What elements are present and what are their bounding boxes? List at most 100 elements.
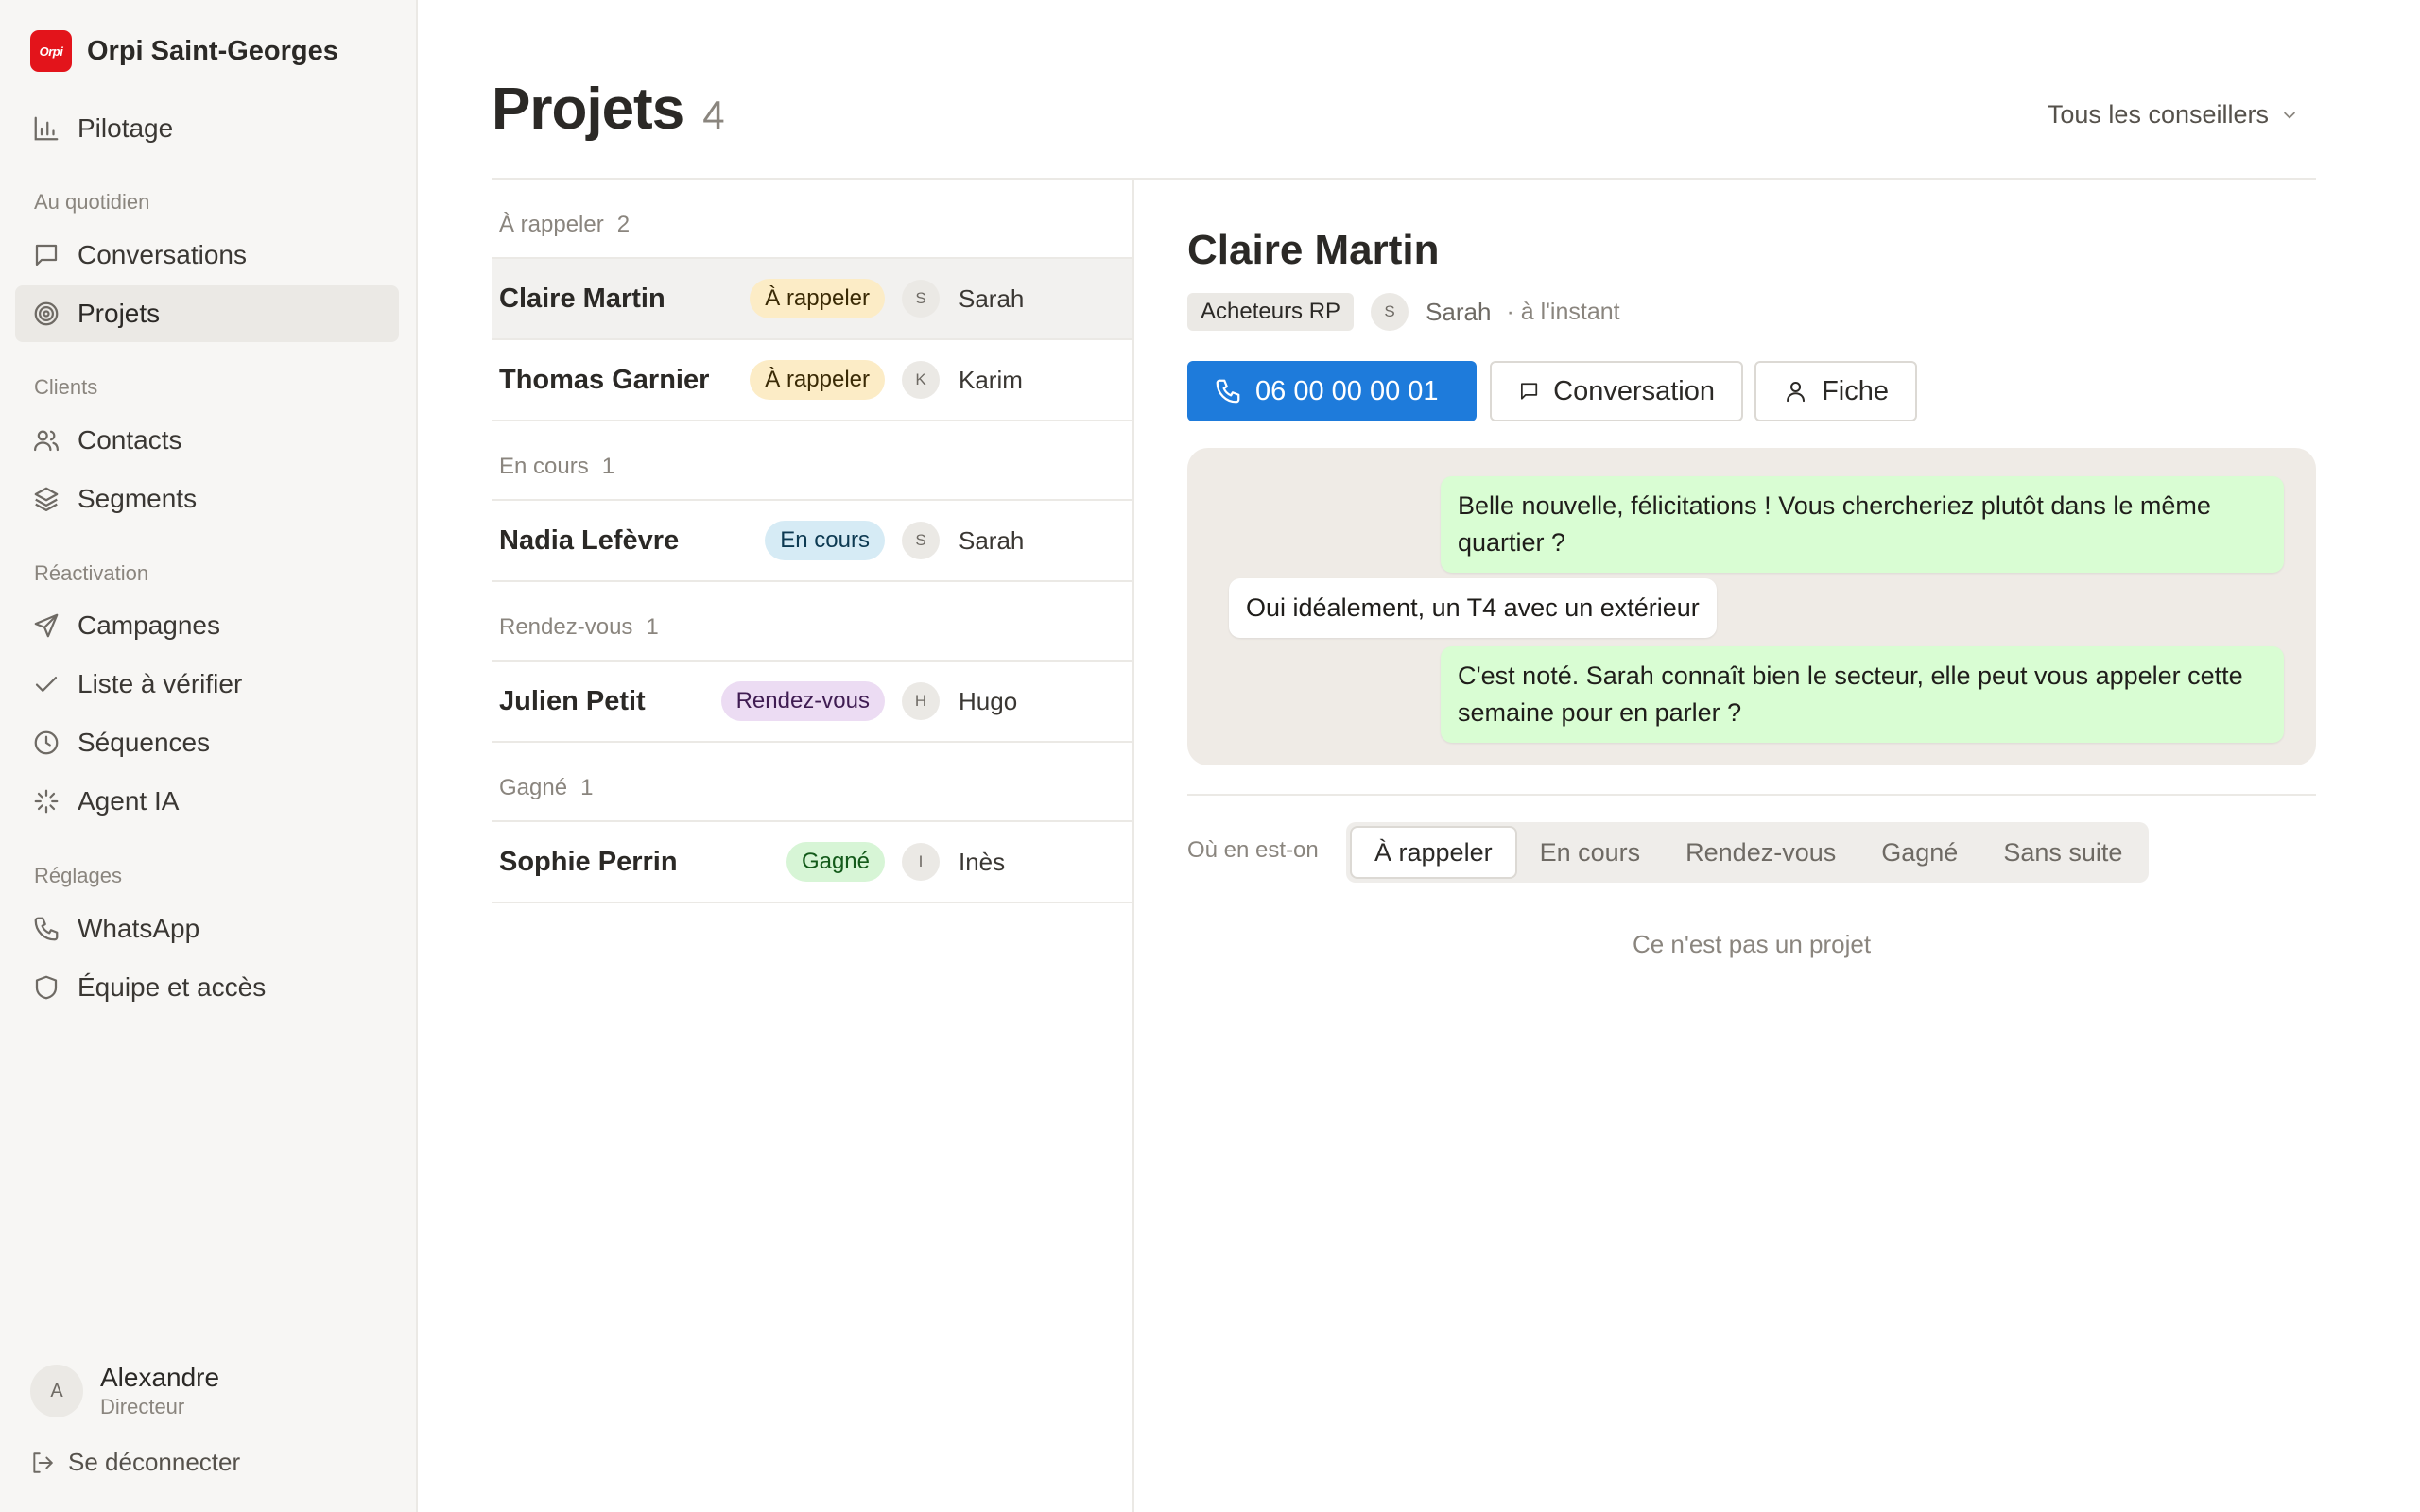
- owner-name: Inès: [959, 847, 1006, 876]
- fiche-button-label: Fiche: [1822, 375, 1889, 406]
- call-button[interactable]: 06 00 00 00 01: [1187, 361, 1477, 421]
- group-title: À rappeler: [499, 212, 604, 237]
- advisor-filter-dropdown[interactable]: Tous les conseillers: [2048, 100, 2299, 129]
- status-badge: Gagné: [786, 842, 885, 882]
- avatar: S: [902, 280, 940, 318]
- owner-name: Hugo: [959, 686, 1018, 715]
- page-title: Projets 4: [492, 76, 725, 143]
- orpi-logo: Orpi: [30, 30, 72, 72]
- user-icon: [1787, 381, 1806, 403]
- logout-button[interactable]: Se déconnecter: [30, 1448, 240, 1477]
- sidebar-item-agent-ia[interactable]: Agent IA: [15, 773, 399, 830]
- sidebar-item-label: Conversations: [78, 240, 247, 269]
- project-row[interactable]: Julien Petit Rendez-vous H Hugo: [492, 662, 1134, 743]
- project-count: 4: [702, 93, 725, 137]
- sparkle-icon: [34, 789, 59, 814]
- avatar: I: [902, 843, 940, 881]
- last-activity-time: · à l'instant: [1506, 298, 1620, 325]
- detail-contact-name: Claire Martin: [1187, 227, 1440, 273]
- status-option-sans-suite[interactable]: Sans suite: [1980, 826, 2145, 879]
- send-icon: [34, 613, 59, 638]
- status-picker-label: Où en est-on: [1187, 837, 1319, 863]
- project-row[interactable]: Nadia Lefèvre En cours S Sarah: [492, 501, 1134, 582]
- group-title: Gagné: [499, 775, 568, 800]
- sidebar-item-label: Projets: [78, 299, 161, 328]
- sidebar-item-segments[interactable]: Segments: [15, 471, 399, 527]
- sidebar-item-label: Liste à vérifier: [78, 669, 243, 698]
- project-name: Nadia Lefèvre: [499, 524, 680, 556]
- group-count: 2: [616, 212, 631, 237]
- project-list: À rappeler 2 Claire Martin À rappeler S S…: [492, 180, 1134, 903]
- phone-icon: [34, 917, 59, 941]
- project-row[interactable]: Thomas Garnier À rappeler K Karim: [492, 340, 1134, 421]
- message-incoming: Oui idéalement, un T4 avec un extérieur: [1229, 578, 1717, 638]
- project-name: Claire Martin: [499, 283, 666, 314]
- status-badge: En cours: [765, 521, 885, 560]
- sidebar-item-label: Contacts: [78, 425, 182, 455]
- sidebar: Orpi Orpi Saint-Georges Pilotage Au quot…: [0, 0, 418, 1512]
- owner-name: Sarah: [1426, 297, 1492, 326]
- group-label-a-rappeler: À rappeler 2: [492, 180, 1134, 259]
- status-badge: À rappeler: [750, 279, 885, 318]
- avatar: A: [30, 1365, 83, 1418]
- group-title: En cours: [499, 454, 589, 479]
- logout-icon: [33, 1452, 53, 1473]
- section-divider: [1187, 794, 2316, 796]
- current-user[interactable]: A Alexandre Directeur: [30, 1363, 219, 1419]
- not-a-project-link[interactable]: Ce n'est pas un projet: [1187, 930, 2316, 959]
- section-title-reglages: Réglages: [34, 864, 122, 887]
- project-row[interactable]: Sophie Perrin Gagné I Inès: [492, 822, 1134, 903]
- message-outgoing: Belle nouvelle, félicitations ! Vous che…: [1441, 476, 2284, 573]
- sidebar-item-pilotage[interactable]: Pilotage: [15, 100, 399, 157]
- message-square-icon: [35, 244, 58, 266]
- sidebar-item-label: Agent IA: [78, 786, 180, 816]
- status-option-rendez-vous[interactable]: Rendez-vous: [1663, 826, 1858, 879]
- group-label-rendez-vous: Rendez-vous 1: [492, 582, 1134, 662]
- status-option-a-rappeler[interactable]: À rappeler: [1350, 826, 1517, 879]
- status-picker: À rappeler En cours Rendez-vous Gagné Sa…: [1346, 822, 2150, 883]
- sidebar-item-conversations[interactable]: Conversations: [15, 227, 399, 284]
- check-icon: [35, 677, 58, 692]
- sidebar-item-projets[interactable]: Projets: [15, 285, 399, 342]
- fiche-button[interactable]: Fiche: [1754, 361, 1917, 421]
- message-square-icon: [1520, 383, 1538, 400]
- sidebar-item-label: Équipe et accès: [78, 972, 267, 1002]
- group-count: 1: [601, 454, 615, 479]
- sidebar-item-contacts[interactable]: Contacts: [15, 412, 399, 469]
- sidebar-item-campagnes[interactable]: Campagnes: [15, 597, 399, 654]
- status-badge: À rappeler: [750, 360, 885, 400]
- page-title-text: Projets: [492, 77, 684, 142]
- sidebar-item-whatsapp[interactable]: WhatsApp: [15, 901, 399, 957]
- group-label-en-cours: En cours 1: [492, 421, 1134, 501]
- section-title-clients: Clients: [34, 375, 98, 399]
- clock-icon: [34, 730, 59, 755]
- chevron-down-icon: [2284, 112, 2295, 118]
- brand[interactable]: Orpi Orpi Saint-Georges: [30, 30, 338, 72]
- avatar: S: [1371, 293, 1409, 331]
- group-title: Rendez-vous: [499, 614, 633, 640]
- sidebar-item-equipe-et-acces[interactable]: Équipe et accès: [15, 959, 399, 1016]
- segment-tag[interactable]: Acheteurs RP: [1187, 293, 1355, 331]
- users-icon: [34, 430, 59, 452]
- project-name: Thomas Garnier: [499, 364, 710, 395]
- list-detail-divider: [1132, 180, 1134, 1512]
- user-name: Alexandre: [100, 1363, 220, 1392]
- owner-name: Sarah: [959, 284, 1025, 313]
- conversation-button[interactable]: Conversation: [1490, 361, 1743, 421]
- target-icon: [34, 301, 59, 326]
- phone-icon: [1216, 379, 1240, 404]
- detail-meta: Acheteurs RP S Sarah · à l'instant: [1187, 293, 1620, 331]
- status-option-gagne[interactable]: Gagné: [1858, 826, 1980, 879]
- message-outgoing: C'est noté. Sarah connaît bien le secteu…: [1441, 646, 2284, 743]
- sidebar-item-sequences[interactable]: Séquences: [15, 714, 399, 771]
- status-option-en-cours[interactable]: En cours: [1517, 826, 1664, 879]
- project-row[interactable]: Claire Martin À rappeler S Sarah: [492, 259, 1134, 340]
- user-role: Directeur: [100, 1395, 185, 1418]
- owner-name: Karim: [959, 365, 1023, 394]
- group-label-gagne: Gagné 1: [492, 743, 1134, 822]
- sidebar-item-label: WhatsApp: [78, 914, 200, 943]
- conversation-preview: Belle nouvelle, félicitations ! Vous che…: [1187, 448, 2316, 765]
- agency-name: Orpi Saint-Georges: [87, 35, 338, 66]
- logout-label: Se déconnecter: [68, 1448, 241, 1476]
- sidebar-item-liste-a-verifier[interactable]: Liste à vérifier: [15, 656, 399, 713]
